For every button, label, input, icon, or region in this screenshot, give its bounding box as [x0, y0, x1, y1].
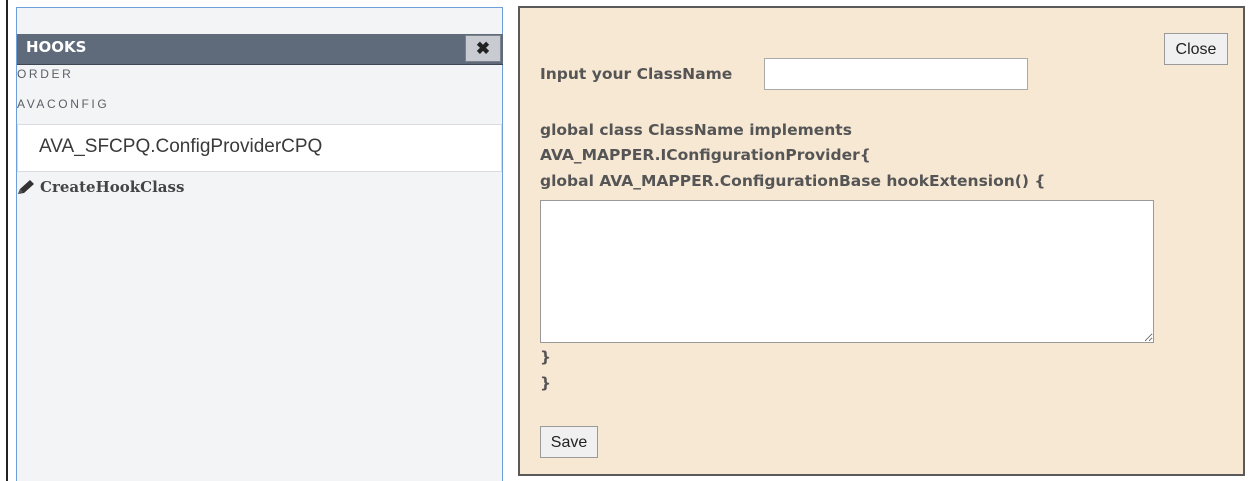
config-provider-value: AVA_SFCPQ.ConfigProviderCPQ — [39, 136, 323, 157]
closing-brace-1: } — [540, 348, 552, 366]
create-hook-class-link[interactable]: CreateHookClass — [17, 178, 184, 196]
save-button[interactable]: Save — [540, 426, 598, 458]
classname-label: Input your ClassName — [540, 65, 733, 83]
create-hook-class-label: CreateHookClass — [40, 178, 185, 196]
section-order[interactable]: ORDER — [17, 67, 73, 81]
hooks-title: HOOKS — [26, 38, 87, 56]
classname-input[interactable] — [764, 58, 1028, 90]
frame-edge — [6, 0, 8, 481]
code-line-2: AVA_MAPPER.IConfigurationProvider{ — [540, 146, 871, 164]
pencil-icon — [18, 180, 34, 194]
code-line-3: global AVA_MAPPER.ConfigurationBase hook… — [540, 172, 1046, 190]
hook-code-textarea[interactable] — [540, 200, 1154, 343]
hooks-header: HOOKS ✖ — [17, 34, 503, 65]
hook-class-dialog: Close Input your ClassName global class … — [518, 6, 1245, 476]
code-line-1: global class ClassName implements — [540, 121, 852, 139]
closing-brace-2: } — [540, 374, 552, 392]
close-button[interactable]: Close — [1164, 33, 1228, 65]
hooks-close-button[interactable]: ✖ — [465, 35, 501, 62]
hooks-panel: HOOKS ✖ ORDER AVACONFIG AVA_SFCPQ.Config… — [16, 7, 503, 481]
close-icon: ✖ — [475, 39, 491, 58]
section-avaconfig[interactable]: AVACONFIG — [17, 97, 109, 111]
config-provider-item[interactable]: AVA_SFCPQ.ConfigProviderCPQ — [17, 124, 502, 172]
